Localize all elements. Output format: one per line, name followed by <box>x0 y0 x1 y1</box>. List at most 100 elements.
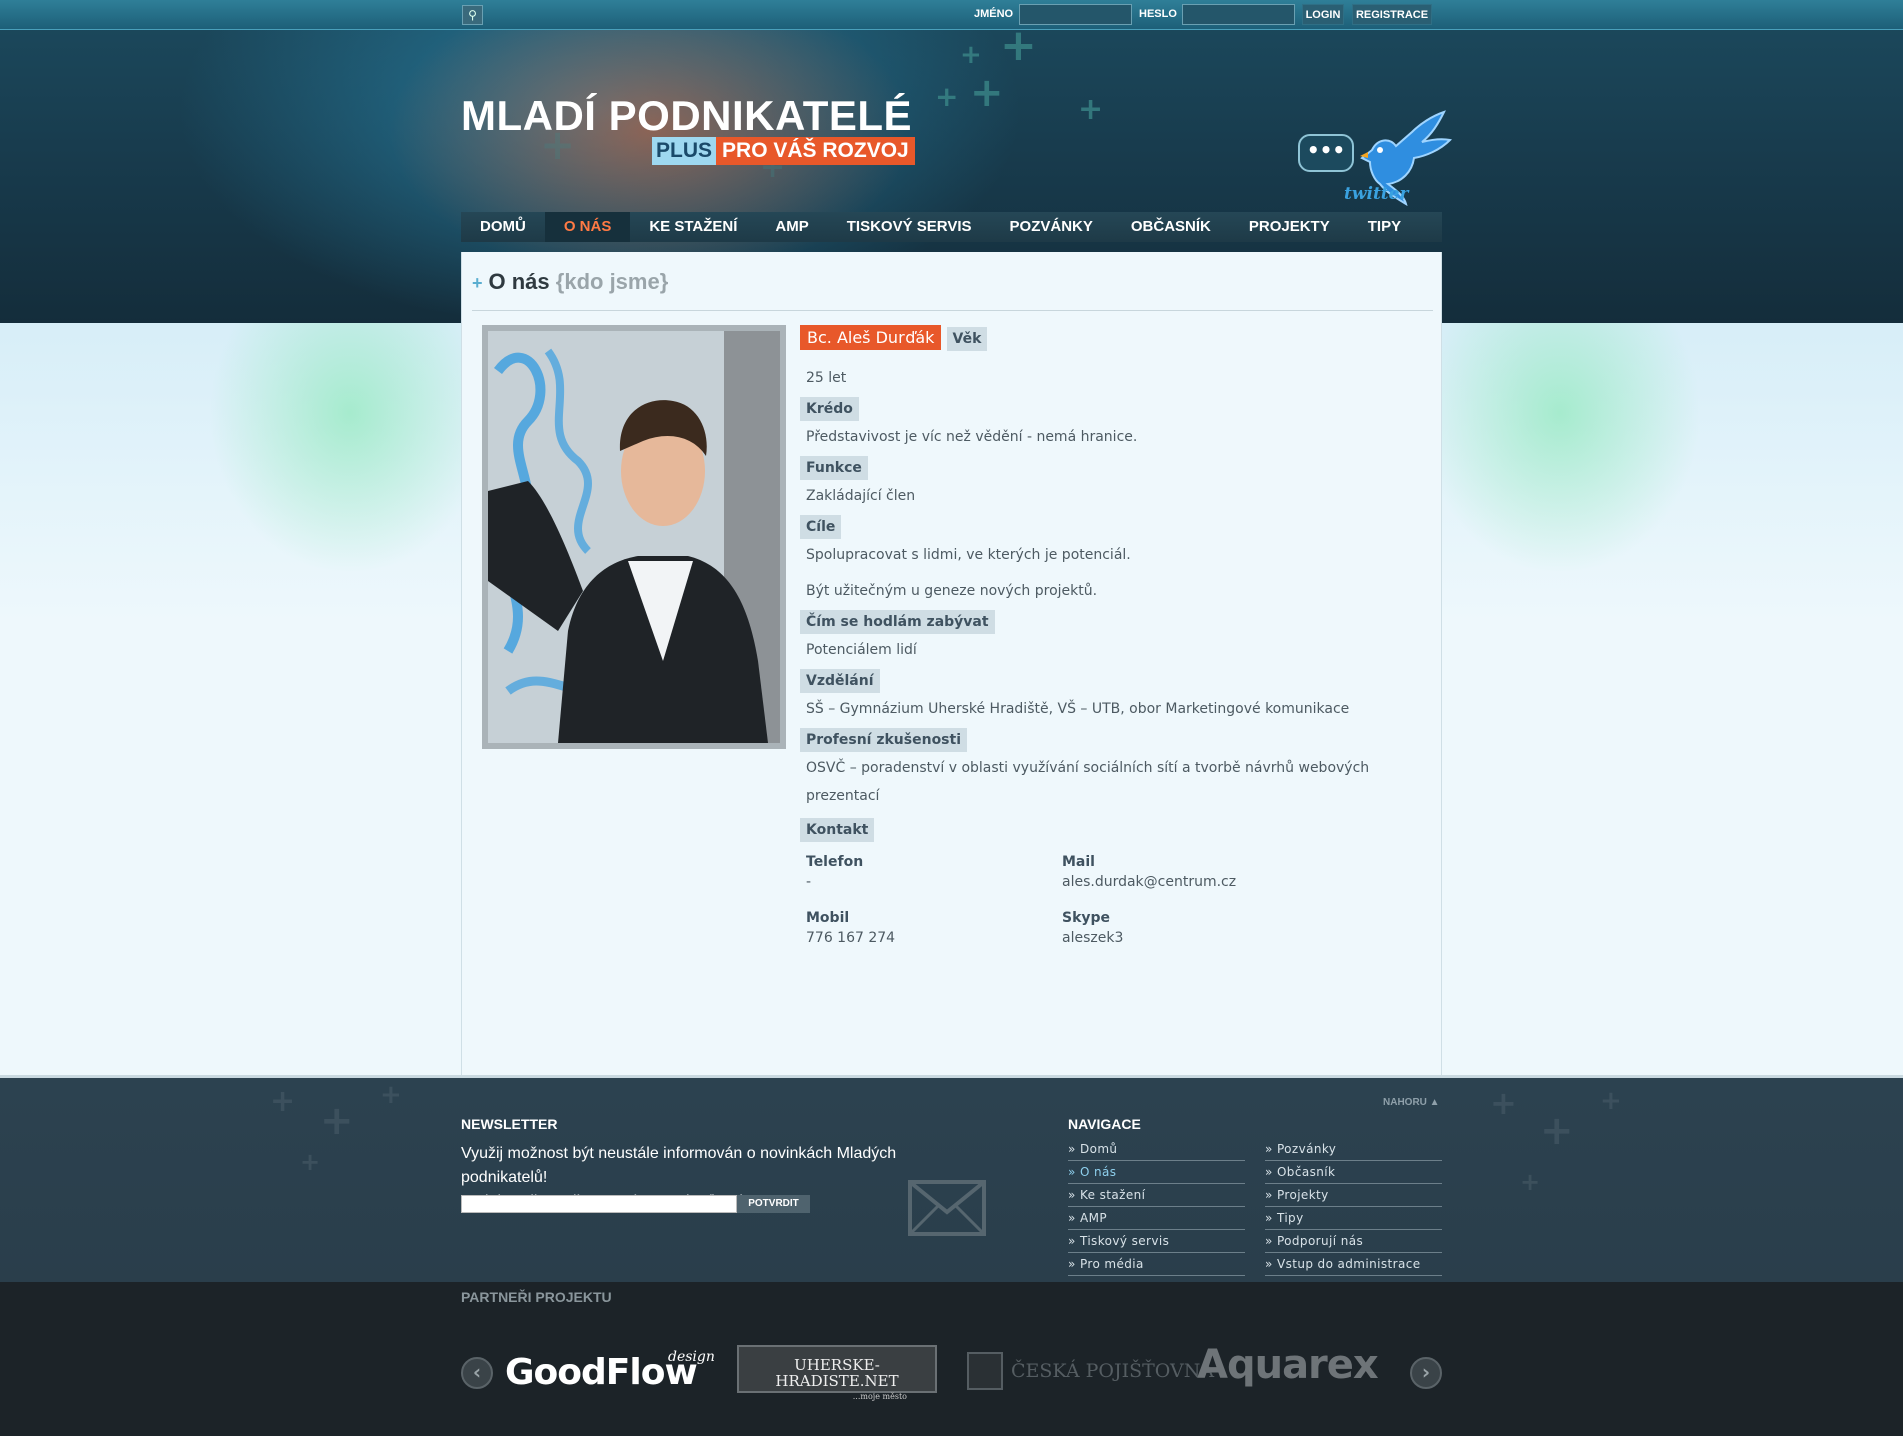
decor-plus: + <box>1520 1168 1541 1196</box>
nav-item-projekty[interactable]: PROJEKTY <box>1230 212 1349 242</box>
decor-plus: + <box>1490 1084 1517 1122</box>
nav-item-tiskovy-servis[interactable]: TISKOVÝ SERVIS <box>828 212 991 242</box>
page-subtitle: {kdo jsme} <box>555 269 669 294</box>
ceska-pojistovna-icon <box>967 1352 1003 1390</box>
footer-nav-item-domu[interactable]: » Domů <box>1068 1138 1245 1161</box>
site-logo[interactable]: MLADÍ PODNIKATELÉ <box>461 92 912 140</box>
focus-value: Potenciálem lidí <box>806 642 917 658</box>
partner-logo-cp-text: ČESKÁ POJIŠŤOVNA <box>1011 1360 1215 1382</box>
decor-plus: + <box>970 70 1004 116</box>
decor-plus: + <box>300 1148 321 1176</box>
footer-nav-item-ke-stazeni[interactable]: » Ke stažení <box>1068 1184 1245 1207</box>
slogan-rest: PRO VÁŠ ROZVOJ <box>716 137 915 165</box>
newsletter-email-input[interactable] <box>461 1195 737 1213</box>
partner-logo-uherske-hradiste[interactable]: UHERSKE-HRADISTE.NET ...moje město <box>737 1345 937 1401</box>
phone-value: - <box>806 874 812 890</box>
skype-label: Skype <box>1062 910 1111 926</box>
nav-item-amp[interactable]: AMP <box>756 212 827 242</box>
back-to-top-link[interactable]: NAHORU ▲ <box>1383 1097 1440 1108</box>
education-value: SŠ – Gymnázium Uherské Hradiště, VŠ – UT… <box>806 701 1350 717</box>
main-nav: DOMŮ O NÁS KE STAŽENÍ AMP TISKOVÝ SERVIS… <box>461 212 1442 242</box>
partner-logo-ceska-pojistovna[interactable]: ČESKÁ POJIŠŤOVNA <box>967 1352 1214 1390</box>
partners-title: PARTNEŘI PROJEKTU <box>461 1289 612 1305</box>
partner-logo-aquarex[interactable]: Aquarex <box>1197 1342 1379 1388</box>
footer-nav-col-2: » Pozvánky » Občasník » Projekty » Tipy … <box>1265 1138 1442 1276</box>
mobile-label: Mobil <box>806 910 850 926</box>
top-bar: ⚲ JMÉNO HESLO LOGIN REGISTRACE <box>0 0 1903 30</box>
footer-nav-item-podporuji-nas[interactable]: » Podporují nás <box>1265 1230 1442 1253</box>
twitter-link[interactable]: ••• twitter <box>1296 110 1456 210</box>
partners-section: PARTNEŘI PROJEKTU ‹ GoodFlow design UHER… <box>0 1282 1903 1436</box>
footer-nav-item-projekty[interactable]: » Projekty <box>1265 1184 1442 1207</box>
nav-item-tipy[interactable]: TIPY <box>1349 212 1420 242</box>
nav-item-obcasnik[interactable]: OBČASNÍK <box>1112 212 1230 242</box>
speech-bubble-icon: ••• <box>1298 134 1354 172</box>
decor-plus: + <box>380 1080 402 1110</box>
search-icon: ⚲ <box>468 8 477 22</box>
footer-nav-item-administrace[interactable]: » Vstup do administrace <box>1265 1253 1442 1276</box>
role-value: Zakládající člen <box>806 488 916 504</box>
goals-value: Být užitečným u geneze nových projektů. <box>806 583 1098 599</box>
age-label: Věk <box>946 327 988 351</box>
footer-nav-item-amp[interactable]: » AMP <box>1068 1207 1245 1230</box>
partner-logo-uh-small: ...moje město <box>852 1392 907 1401</box>
mail-label: Mail <box>1062 854 1095 870</box>
profile-photo <box>488 331 780 743</box>
decor-plus: + <box>1540 1108 1574 1154</box>
mobile-value: 776 167 274 <box>806 930 896 946</box>
newsletter-text-line: Využij možnost být neustále informován o… <box>461 1145 897 1186</box>
nav-item-o-nas[interactable]: O NÁS <box>544 212 631 242</box>
nav-item-ke-stazeni[interactable]: KE STAŽENÍ <box>630 212 756 242</box>
goals-label: Cíle <box>800 515 842 539</box>
main-panel: + O nás {kdo jsme} Bc. Aleš Durďák Věk 25… <box>461 252 1442 1075</box>
mail-link[interactable]: ales.durdak@centrum.cz <box>1062 874 1318 890</box>
newsletter-submit-button[interactable]: POTVRDIT <box>737 1195 810 1213</box>
login-button[interactable]: LOGIN <box>1302 4 1344 25</box>
newsletter-title: NEWSLETTER <box>461 1116 558 1132</box>
partners-next-button[interactable]: › <box>1410 1357 1442 1389</box>
footer-nav-col-1: » Domů » O nás » Ke stažení » AMP » Tisk… <box>1068 1138 1245 1276</box>
role-label: Funkce <box>800 456 868 480</box>
contact-grid: Telefon - Mail ales.durdak@centrum.cz Mo… <box>800 842 1430 946</box>
footer-nav-item-tipy[interactable]: » Tipy <box>1265 1207 1442 1230</box>
footer-nav-item-obcasnik[interactable]: » Občasník <box>1265 1161 1442 1184</box>
footer-nav-title: NAVIGACE <box>1068 1116 1141 1132</box>
divider <box>472 310 1433 311</box>
credo-value: Představivost je víc než vědění - nemá h… <box>806 429 1138 445</box>
nav-item-pozvanky[interactable]: POZVÁNKY <box>991 212 1112 242</box>
age-value: 25 let <box>806 370 847 386</box>
nav-item-domu[interactable]: DOMŮ <box>461 212 545 242</box>
page-title-text: O nás <box>488 269 550 294</box>
footer-nav-item-pozvanky[interactable]: » Pozvánky <box>1265 1138 1442 1161</box>
site-footer: + + + + + + + + NAHORU ▲ NEWSLETTER Využ… <box>0 1075 1903 1282</box>
phone-label: Telefon <box>806 854 864 870</box>
contact-label: Kontakt <box>800 818 875 842</box>
decor-plus: + <box>320 1098 354 1144</box>
goals-value: Spolupracovat s lidmi, ve kterých je pot… <box>806 547 1131 563</box>
decor-plus: + <box>1600 1086 1622 1116</box>
password-input[interactable] <box>1182 4 1295 25</box>
decor-plus: + <box>960 40 982 70</box>
slogan-plus: PLUS <box>652 137 717 165</box>
chevron-right-icon: › <box>1421 1360 1431 1384</box>
footer-nav-item-tiskovy-servis[interactable]: » Tiskový servis <box>1068 1230 1245 1253</box>
footer-nav-item-pro-media[interactable]: » Pro média <box>1068 1253 1245 1276</box>
profile-name: Bc. Aleš Durďák <box>800 325 942 350</box>
partner-logo-goodflow-design: design <box>668 1349 715 1365</box>
decor-plus: + <box>935 80 959 113</box>
skype-value: aleszek3 <box>1062 930 1124 946</box>
profile-photo-image <box>488 331 780 743</box>
chevron-left-icon: ‹ <box>472 1360 482 1384</box>
plus-icon: + <box>472 273 483 293</box>
profile-details: Bc. Aleš Durďák Věk 25 let Krédo Předsta… <box>800 325 1430 946</box>
name-input[interactable] <box>1019 4 1132 25</box>
search-button[interactable]: ⚲ <box>462 5 483 25</box>
partners-prev-button[interactable]: ‹ <box>461 1357 493 1389</box>
credo-label: Krédo <box>800 397 859 421</box>
password-label: HESLO <box>1139 8 1177 20</box>
experience-label: Profesní zkušenosti <box>800 728 968 752</box>
register-button[interactable]: REGISTRACE <box>1352 4 1432 25</box>
footer-nav-item-o-nas[interactable]: » O nás <box>1068 1161 1245 1184</box>
decor-plus: + <box>1078 92 1104 127</box>
twitter-text: twitter <box>1344 184 1409 204</box>
